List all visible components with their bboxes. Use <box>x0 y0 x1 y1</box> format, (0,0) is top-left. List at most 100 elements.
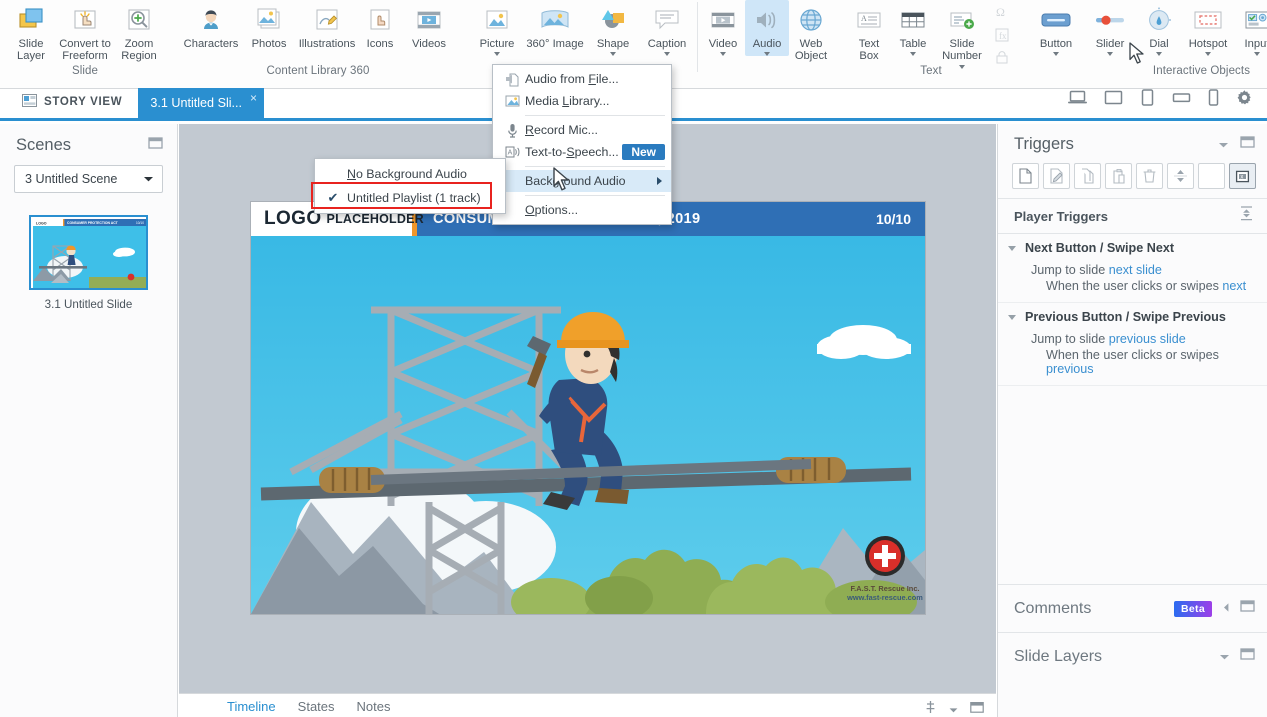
new-trigger-icon[interactable] <box>1012 163 1039 189</box>
ribbon-button-audio[interactable]: Audio <box>745 0 789 57</box>
edit-trigger-icon[interactable] <box>1043 163 1070 189</box>
equation-icon[interactable]: fx <box>994 28 1010 47</box>
background-audio-submenu[interactable]: No Background Audio ✔ Untitled Playlist … <box>314 158 506 214</box>
blank-trigger-icon[interactable] <box>1198 163 1225 189</box>
ribbon-button-zoom-region[interactable]: Zoom Region <box>112 0 166 63</box>
trigger-previous-condition[interactable]: When the user clicks or swipes previous <box>998 347 1267 385</box>
tablet-portrait-preview-icon[interactable] <box>1140 89 1155 111</box>
ribbon-button-icons[interactable]: Icons <box>358 0 402 50</box>
reorder-trigger-icon[interactable] <box>1167 163 1194 189</box>
trigger-next-action[interactable]: Jump to slide next slide <box>998 262 1267 278</box>
ribbon-button-photos[interactable]: Photos <box>242 0 296 50</box>
collapse-panel-icon[interactable] <box>148 136 163 155</box>
tablet-landscape-preview-icon[interactable] <box>1172 91 1191 109</box>
trigger-group-previous-header[interactable]: Previous Button / Swipe Previous <box>998 303 1267 331</box>
chevron-down-icon[interactable] <box>1156 52 1162 57</box>
chevron-down-icon[interactable] <box>1008 245 1016 251</box>
ribbon-button-video-label: Video <box>708 38 738 50</box>
menu-item-audio-from-file[interactable]: Audio from File... <box>493 68 671 90</box>
chevron-down-icon[interactable] <box>494 52 500 57</box>
paste-trigger-icon[interactable] <box>1105 163 1132 189</box>
chevron-down-icon[interactable] <box>764 52 770 57</box>
trigger-options-icon[interactable]: x <box>1229 163 1256 189</box>
collapse-all-icon[interactable] <box>1240 206 1253 226</box>
scenes-panel-header: Scenes <box>0 124 177 163</box>
symbol-icon[interactable]: Ω <box>994 5 1010 24</box>
collapse-panel-icon[interactable] <box>970 701 984 717</box>
scene-select-dropdown[interactable]: 3 Untitled Scene <box>14 165 163 193</box>
desktop-preview-icon[interactable] <box>1068 90 1087 110</box>
ribbon-button-slide-number[interactable]: Slide Number <box>935 0 989 69</box>
chevron-down-icon[interactable] <box>1254 52 1260 57</box>
ribbon-button-slide-layer[interactable]: Slide Layer <box>4 0 58 63</box>
ribbon-button-picture-label: Picture <box>479 38 515 50</box>
ribbon-button-text-box[interactable]: A Text Box <box>847 0 891 63</box>
chevron-down-icon[interactable] <box>1053 52 1059 57</box>
chevron-down-icon[interactable] <box>1107 52 1113 57</box>
chevron-down-icon[interactable] <box>664 52 670 57</box>
ribbon-button-caption[interactable]: Caption <box>640 0 694 57</box>
dropdown-caret-icon[interactable] <box>949 701 958 717</box>
story-view-button[interactable]: STORY VIEW <box>0 94 138 118</box>
delete-trigger-icon[interactable] <box>1136 163 1163 189</box>
chevron-down-icon[interactable] <box>1219 648 1230 666</box>
submenu-item-no-background-audio[interactable]: No Background Audio <box>315 162 505 186</box>
trigger-next-condition-prefix: When the user clicks or swipes <box>1046 279 1223 293</box>
collapse-panel-icon[interactable] <box>1240 599 1255 618</box>
chevron-down-icon[interactable] <box>1008 314 1016 320</box>
chevron-down-icon[interactable] <box>1218 136 1229 154</box>
ribbon-button-illustrations[interactable]: Illustrations <box>296 0 358 50</box>
submenu-item-untitled-playlist[interactable]: ✔ Untitled Playlist (1 track) <box>315 186 505 210</box>
reference-icon[interactable] <box>994 51 1010 70</box>
ribbon-button-shape[interactable]: Shape <box>586 0 640 57</box>
chevron-down-icon[interactable] <box>910 52 916 57</box>
ribbon-button-picture[interactable]: Picture <box>470 0 524 57</box>
pin-icon[interactable] <box>924 700 937 717</box>
ribbon-button-convert-to-freeform[interactable]: Convert to Freeform <box>58 0 112 63</box>
chevron-left-icon[interactable] <box>1222 600 1230 618</box>
tab-notes[interactable]: Notes <box>357 699 391 714</box>
ribbon-button-caption-label: Caption <box>647 38 687 50</box>
trigger-next-condition[interactable]: When the user clicks or swipes next <box>998 278 1267 302</box>
collapse-panel-icon[interactable] <box>1240 135 1255 154</box>
ribbon-button-videos[interactable]: Videos <box>402 0 456 50</box>
trigger-group-next-header[interactable]: Next Button / Swipe Next <box>998 234 1267 262</box>
tab-timeline[interactable]: Timeline <box>227 699 276 714</box>
browser-preview-icon[interactable] <box>1104 90 1123 110</box>
menu-item-options[interactable]: Options... <box>493 199 671 221</box>
icons-icon <box>365 3 395 37</box>
ribbon-button-video[interactable]: Video <box>701 0 745 57</box>
copy-trigger-icon[interactable] <box>1074 163 1101 189</box>
shape-icon <box>598 3 628 37</box>
web-object-icon <box>796 3 826 37</box>
ribbon-button-characters[interactable]: Characters <box>180 0 242 50</box>
settings-gear-icon[interactable] <box>1236 89 1253 111</box>
chevron-down-icon[interactable] <box>1205 52 1211 57</box>
chevron-down-icon[interactable] <box>720 52 726 57</box>
ribbon-button-table[interactable]: Table <box>891 0 935 57</box>
menu-item-text-to-speech[interactable]: A Text-to-Speech... New <box>493 141 671 163</box>
ribbon-button-360-image[interactable]: 360° Image <box>524 0 586 50</box>
menu-item-media-library[interactable]: Media Library... <box>493 90 671 112</box>
slide-preview[interactable]: LOGO PLACEHOLDER CONSUMER PROTECTION ACT… <box>251 202 925 614</box>
ribbon-button-web-object[interactable]: Web Object <box>789 0 833 63</box>
ribbon-button-button[interactable]: Button <box>1029 0 1083 57</box>
comments-section-header[interactable]: Comments Beta <box>998 584 1267 632</box>
tab-states[interactable]: States <box>298 699 335 714</box>
slide-thumbnail[interactable]: LOGO CONSUMER PROTECTION ACT 10/10 <box>29 215 148 290</box>
audio-dropdown-menu[interactable]: Audio from File... Media Library... Reco… <box>492 64 672 225</box>
slide-tab-active[interactable]: 3.1 Untitled Sli... × <box>138 88 265 118</box>
bottom-panel: Timeline States Notes <box>179 693 996 717</box>
slide-layers-section-header[interactable]: Slide Layers <box>998 632 1267 680</box>
ribbon-button-input[interactable]: Input <box>1235 0 1267 57</box>
phone-preview-icon[interactable] <box>1208 89 1219 111</box>
collapse-panel-icon[interactable] <box>1240 647 1255 666</box>
ribbon-button-characters-label: Characters <box>183 38 239 50</box>
ribbon-button-hotspot[interactable]: Hotspot <box>1181 0 1235 57</box>
menu-item-record-mic[interactable]: Record Mic... <box>493 119 671 141</box>
trigger-group-previous: Previous Button / Swipe Previous Jump to… <box>998 303 1267 386</box>
chevron-down-icon[interactable] <box>610 52 616 57</box>
menu-item-background-audio[interactable]: Background Audio <box>493 170 671 192</box>
close-icon[interactable]: × <box>250 91 257 105</box>
trigger-previous-action[interactable]: Jump to slide previous slide <box>998 331 1267 347</box>
